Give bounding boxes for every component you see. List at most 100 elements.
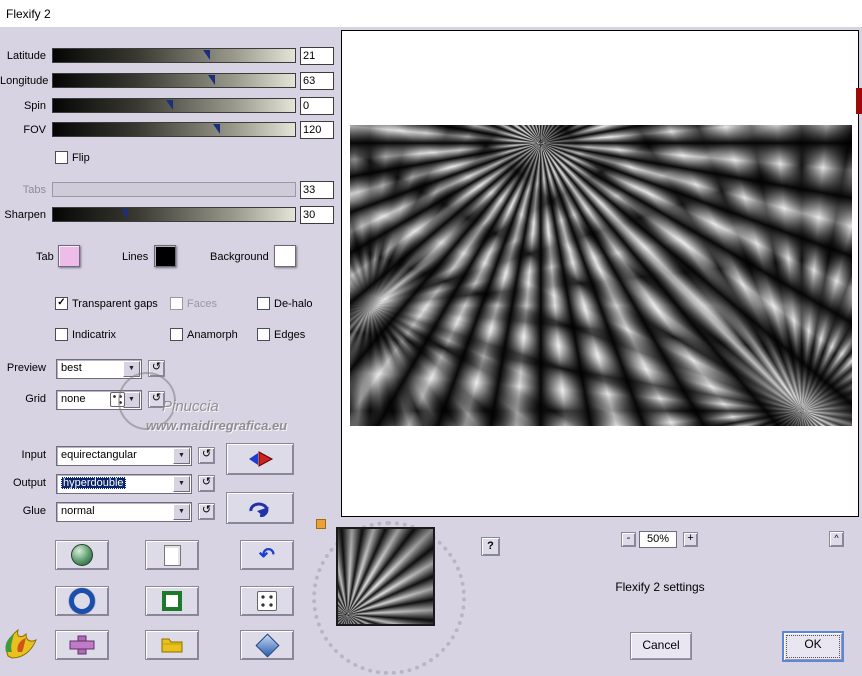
undo-button[interactable]: ↶	[240, 540, 294, 570]
input-dropdown[interactable]: equirectangular ▼	[56, 446, 192, 466]
diamond-icon	[254, 632, 280, 658]
fov-value[interactable]	[300, 121, 334, 139]
ring-button[interactable]	[55, 586, 109, 616]
zoom-out-button[interactable]: -	[621, 532, 636, 547]
output-reset-button[interactable]: ↺	[198, 475, 215, 492]
background-swatch-label: Background	[210, 251, 269, 263]
spin-row: Spin	[0, 97, 336, 117]
preview-label: Preview	[6, 362, 46, 374]
dice-icon	[257, 591, 277, 611]
sharpen-slider[interactable]	[52, 207, 296, 222]
longitude-value[interactable]	[300, 72, 334, 90]
preview-thumbnail[interactable]	[336, 527, 435, 626]
latitude-value[interactable]	[300, 47, 334, 65]
output-dropdown-value: hyperdouble	[61, 477, 126, 489]
zoom-in-button[interactable]: +	[683, 532, 698, 547]
output-label: Output	[12, 477, 46, 489]
edges-checkbox[interactable]	[257, 328, 270, 341]
page-title: Flexify 2	[6, 7, 51, 21]
flip-checkbox[interactable]	[55, 151, 68, 164]
latitude-slider-thumb[interactable]	[203, 50, 210, 60]
fov-slider[interactable]	[52, 122, 296, 137]
sharpen-label: Sharpen	[4, 209, 46, 221]
swirl-arrow-icon	[249, 502, 269, 517]
glue-dropdown[interactable]: normal ▼	[56, 502, 192, 522]
grid-dropdown[interactable]: none ▼	[56, 390, 142, 410]
globe-icon	[71, 544, 93, 566]
sharpen-value[interactable]	[300, 206, 334, 224]
spin-slider[interactable]	[52, 98, 296, 113]
fov-row: FOV	[0, 121, 336, 141]
gem-button[interactable]	[240, 630, 294, 660]
transparent-gaps-checkbox[interactable]: ✓	[55, 297, 68, 310]
tabs-value[interactable]	[300, 181, 334, 199]
help-button[interactable]: ?	[481, 537, 500, 556]
lines-color-swatch[interactable]	[154, 245, 176, 267]
faces-checkbox	[170, 297, 183, 310]
sphere-button[interactable]	[55, 540, 109, 570]
latitude-slider[interactable]	[52, 48, 296, 63]
de-halo-label: De-halo	[274, 298, 313, 310]
tabs-slider	[52, 182, 296, 197]
chevron-down-icon[interactable]: ▼	[123, 392, 140, 408]
background-color-swatch[interactable]	[274, 245, 296, 267]
chevron-down-icon[interactable]: ▼	[123, 361, 140, 377]
tab-swatch-label: Tab	[36, 251, 54, 263]
latitude-label: Latitude	[6, 50, 46, 62]
random-button[interactable]	[240, 586, 294, 616]
pinwheel-icon	[249, 451, 274, 467]
ring-icon	[69, 588, 95, 614]
sharpen-row: Sharpen	[0, 206, 336, 226]
spin-value[interactable]	[300, 97, 334, 115]
transparent-gaps-label: Transparent gaps	[72, 298, 158, 310]
anamorph-label: Anamorph	[187, 329, 238, 341]
purple-cross-icon	[69, 635, 95, 655]
frame-button[interactable]	[145, 586, 199, 616]
anamorph-checkbox[interactable]	[170, 328, 183, 341]
fov-label: FOV	[23, 124, 46, 136]
chevron-down-icon[interactable]: ▼	[173, 476, 190, 492]
chevron-down-icon[interactable]: ▼	[173, 448, 190, 464]
scroll-up-button[interactable]: ^	[829, 531, 844, 547]
chevron-down-icon[interactable]: ▼	[173, 504, 190, 520]
glue-mode-button[interactable]	[226, 492, 294, 524]
output-dropdown[interactable]: hyperdouble ▼	[56, 474, 192, 494]
glue-reset-button[interactable]: ↺	[198, 503, 215, 520]
longitude-row: Longitude	[0, 72, 336, 92]
preview-dropdown[interactable]: best ▼	[56, 359, 142, 379]
input-projection-button[interactable]	[226, 443, 294, 475]
ok-button[interactable]: OK	[782, 631, 844, 662]
tabs-row: Tabs	[0, 181, 336, 201]
ring-handle[interactable]	[316, 519, 326, 529]
fov-slider-thumb[interactable]	[213, 124, 220, 134]
cancel-button[interactable]: Cancel	[630, 632, 692, 660]
new-page-button[interactable]	[145, 540, 199, 570]
indicatrix-label: Indicatrix	[72, 329, 117, 341]
longitude-slider-thumb[interactable]	[208, 75, 215, 85]
input-label: Input	[21, 449, 46, 461]
indicatrix-checkbox[interactable]	[55, 328, 68, 341]
input-dropdown-value: equirectangular	[61, 449, 137, 461]
grid-reset-button[interactable]: ↺	[148, 391, 165, 408]
grid-dice-icon[interactable]	[110, 392, 125, 407]
watermark-name: Pinuccia	[162, 398, 219, 415]
input-reset-button[interactable]: ↺	[198, 447, 215, 464]
folder-icon	[161, 638, 183, 653]
flip-label: Flip	[72, 152, 90, 164]
load-settings-button[interactable]	[145, 630, 199, 660]
zoom-level: 50%	[639, 531, 677, 548]
tab-color-swatch[interactable]	[58, 245, 80, 267]
preview-reset-button[interactable]: ↺	[148, 360, 165, 377]
longitude-label: Longitude	[0, 75, 49, 87]
longitude-slider[interactable]	[52, 73, 296, 88]
sharpen-slider-thumb[interactable]	[121, 209, 128, 219]
glue-dropdown-value: normal	[61, 505, 95, 517]
undo-icon: ↶	[259, 544, 275, 566]
faces-label: Faces	[187, 298, 217, 310]
lines-swatch-label: Lines	[122, 251, 149, 263]
flame-icon[interactable]	[2, 626, 40, 660]
plus-shape-button[interactable]	[55, 630, 109, 660]
watermark-url: www.maidiregrafica.eu	[146, 418, 288, 433]
spin-slider-thumb[interactable]	[166, 100, 173, 110]
de-halo-checkbox[interactable]	[257, 297, 270, 310]
